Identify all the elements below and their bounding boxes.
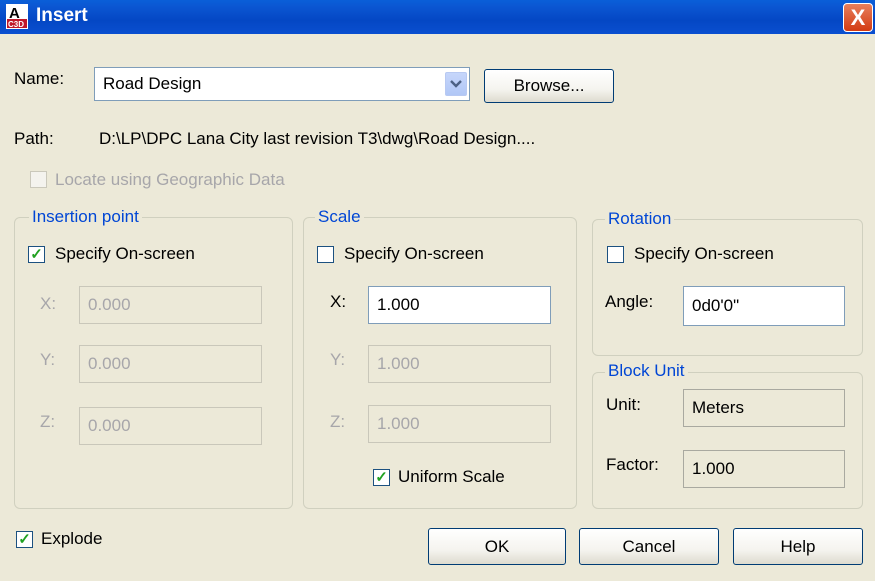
name-combobox[interactable]: Road Design (94, 67, 470, 101)
insertion-x-label: X: (40, 294, 57, 313)
insertion-point-title: Insertion point (29, 207, 142, 227)
path-label: Path: (14, 129, 54, 148)
path-value: D:\LP\DPC Lana City last revision T3\dwg… (99, 129, 536, 148)
insertion-z-label: Z: (40, 412, 56, 431)
rotation-specify-checkbox[interactable] (607, 246, 624, 263)
scale-x-input[interactable]: 1.000 (368, 286, 551, 324)
scale-z-label: Z: (330, 412, 346, 431)
scale-specify-label: Specify On-screen (344, 244, 484, 263)
explode-label: Explode (41, 529, 103, 548)
close-button[interactable]: X (843, 3, 873, 32)
insertion-y-label: Y: (40, 350, 56, 369)
scale-y-input[interactable]: 1.000 (368, 345, 551, 383)
geo-checkbox[interactable] (30, 171, 47, 188)
autocad-c3d-icon: A C3D (6, 4, 30, 30)
cancel-button[interactable]: Cancel (579, 528, 719, 565)
title-bar[interactable] (0, 0, 875, 34)
rotation-title: Rotation (605, 209, 675, 229)
scale-y-label: Y: (330, 350, 346, 369)
insertion-specify-label: Specify On-screen (55, 244, 195, 263)
window-title: Insert (36, 5, 88, 26)
scale-z-input[interactable]: 1.000 (368, 405, 551, 443)
help-button[interactable]: Help (733, 528, 863, 565)
scale-title: Scale (315, 207, 364, 227)
uniform-scale-label: Uniform Scale (398, 467, 505, 486)
insertion-x-input[interactable]: 0.000 (79, 286, 262, 324)
explode-checkbox[interactable]: ✓ (16, 531, 33, 548)
geo-label: Locate using Geographic Data (55, 170, 285, 189)
unit-value: Meters (683, 389, 845, 427)
angle-label: Angle: (605, 292, 654, 311)
name-label: Name: (14, 69, 65, 88)
factor-label: Factor: (606, 455, 659, 474)
insertion-z-input[interactable]: 0.000 (79, 407, 262, 445)
insertion-y-input[interactable]: 0.000 (79, 345, 262, 383)
name-combobox-value: Road Design (103, 74, 202, 93)
chevron-down-icon[interactable] (445, 72, 467, 96)
unit-label: Unit: (606, 395, 641, 414)
uniform-scale-checkbox[interactable]: ✓ (373, 469, 390, 486)
rotation-specify-label: Specify On-screen (634, 244, 774, 263)
browse-button[interactable]: Browse... (484, 69, 614, 103)
block-unit-title: Block Unit (605, 361, 688, 381)
insertion-specify-checkbox[interactable]: ✓ (28, 246, 45, 263)
ok-button[interactable]: OK (428, 528, 566, 565)
factor-value: 1.000 (683, 450, 845, 488)
scale-specify-checkbox[interactable] (317, 246, 334, 263)
angle-input[interactable]: 0d0'0" (683, 286, 845, 326)
scale-x-label: X: (330, 292, 347, 311)
svg-text:C3D: C3D (8, 20, 24, 29)
